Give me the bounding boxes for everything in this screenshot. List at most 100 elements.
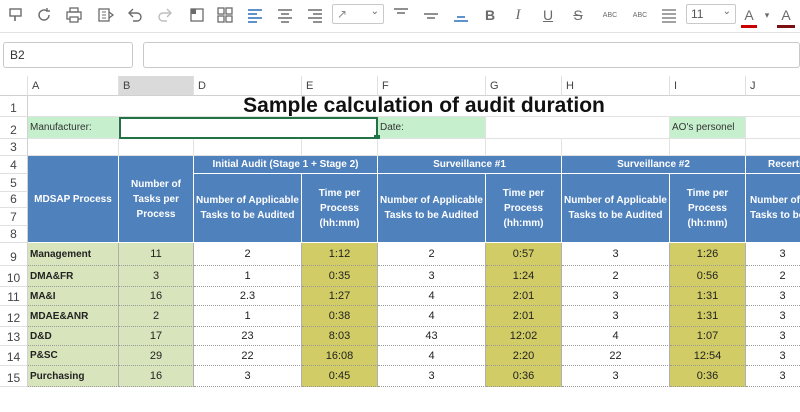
row-header-14[interactable]: 14 bbox=[0, 346, 28, 366]
applicable-tasks-cell[interactable]: 2 bbox=[194, 243, 302, 266]
row-header-6[interactable]: 6 bbox=[0, 192, 28, 208]
time-cell[interactable]: 1:12 bbox=[302, 243, 378, 266]
row-header-8[interactable]: 8 bbox=[0, 226, 28, 243]
column-header-g[interactable]: G bbox=[486, 76, 562, 96]
subscript-button[interactable]: ABC bbox=[628, 3, 652, 27]
applicable-tasks-cell[interactable]: 3 bbox=[746, 346, 800, 366]
time-cell[interactable]: 12:54 bbox=[670, 346, 746, 366]
time-cell[interactable]: 0:35 bbox=[302, 266, 378, 287]
applicable-tasks-cell[interactable]: 1 bbox=[194, 266, 302, 287]
time-cell[interactable]: 1:31 bbox=[670, 306, 746, 327]
applicable-tasks-cell[interactable]: 4 bbox=[378, 346, 486, 366]
grid-cell[interactable] bbox=[378, 139, 486, 156]
select-all-corner[interactable] bbox=[0, 76, 28, 96]
applicable-tasks-cell[interactable]: 2 bbox=[378, 243, 486, 266]
row-header-12[interactable]: 12 bbox=[0, 306, 28, 327]
row-header-9[interactable]: 9 bbox=[0, 243, 28, 266]
column-header-a[interactable]: A bbox=[28, 76, 119, 96]
time-cell[interactable]: 1:24 bbox=[486, 266, 562, 287]
column-header-i[interactable]: I bbox=[670, 76, 746, 96]
time-cell[interactable]: 1:26 bbox=[670, 243, 746, 266]
time-cell[interactable]: 12:02 bbox=[486, 327, 562, 346]
grid-cell[interactable] bbox=[28, 139, 119, 156]
row-header-2[interactable]: 2 bbox=[0, 117, 28, 139]
tasks-count-cell[interactable]: 2 bbox=[119, 306, 194, 327]
font-size-select[interactable]: 11 ⌄ bbox=[686, 4, 736, 24]
process-name-cell[interactable]: Purchasing bbox=[28, 366, 119, 387]
applicable-tasks-cell[interactable]: 22 bbox=[562, 346, 670, 366]
grid-cell[interactable] bbox=[670, 139, 746, 156]
grid-cell[interactable] bbox=[746, 139, 800, 156]
refresh-icon[interactable] bbox=[32, 3, 56, 27]
valign-top-icon[interactable] bbox=[390, 3, 412, 27]
underline-button[interactable]: U bbox=[538, 3, 558, 27]
applicable-tasks-cell[interactable]: 4 bbox=[378, 287, 486, 306]
freeze-panes-icon[interactable] bbox=[186, 3, 208, 27]
row-header-5[interactable]: 5 bbox=[0, 174, 28, 192]
applicable-tasks-cell[interactable]: 3 bbox=[746, 287, 800, 306]
time-cell[interactable]: 8:03 bbox=[302, 327, 378, 346]
time-cell[interactable]: 0:36 bbox=[486, 366, 562, 387]
align-right-icon[interactable] bbox=[304, 3, 326, 27]
grid-view-icon[interactable] bbox=[214, 3, 236, 27]
column-header-d[interactable]: D bbox=[194, 76, 302, 96]
tasks-count-cell[interactable]: 16 bbox=[119, 366, 194, 387]
applicable-tasks-cell[interactable]: 23 bbox=[194, 327, 302, 346]
redo-icon[interactable] bbox=[154, 3, 176, 27]
applicable-tasks-cell[interactable]: 43 bbox=[378, 327, 486, 346]
row-header-3[interactable]: 3 bbox=[0, 139, 28, 156]
applicable-tasks-cell[interactable]: 4 bbox=[378, 306, 486, 327]
applicable-tasks-cell[interactable]: 2.3 bbox=[194, 287, 302, 306]
process-name-cell[interactable]: MA&I bbox=[28, 287, 119, 306]
strikethrough-button[interactable]: S bbox=[568, 3, 588, 27]
process-name-cell[interactable]: Management bbox=[28, 243, 119, 266]
column-header-e[interactable]: E bbox=[302, 76, 378, 96]
row-header-1[interactable]: 1 bbox=[0, 96, 28, 117]
ao-personnel-input-cell[interactable] bbox=[746, 117, 800, 139]
chevron-down-icon[interactable]: ▾ bbox=[762, 3, 772, 27]
applicable-tasks-cell[interactable]: 3 bbox=[562, 366, 670, 387]
text-rotation-dropdown[interactable]: ↗ ⌄ bbox=[332, 4, 384, 24]
time-cell[interactable]: 0:38 bbox=[302, 306, 378, 327]
applicable-tasks-cell[interactable]: 22 bbox=[194, 346, 302, 366]
column-header-j[interactable]: J bbox=[746, 76, 800, 96]
valign-middle-icon[interactable] bbox=[420, 3, 442, 27]
highlight-color-button[interactable]: A bbox=[778, 3, 794, 27]
paint-format-icon[interactable] bbox=[4, 3, 28, 27]
print-preview-icon[interactable] bbox=[94, 3, 118, 27]
row-header-4[interactable]: 4 bbox=[0, 156, 28, 174]
column-header-b[interactable]: B bbox=[119, 76, 194, 96]
applicable-tasks-cell[interactable]: 3 bbox=[746, 366, 800, 387]
time-cell[interactable]: 0:56 bbox=[670, 266, 746, 287]
tasks-count-cell[interactable]: 3 bbox=[119, 266, 194, 287]
time-cell[interactable]: 0:45 bbox=[302, 366, 378, 387]
font-color-button[interactable]: A bbox=[742, 3, 756, 27]
list-icon[interactable] bbox=[658, 3, 680, 27]
italic-button[interactable]: I bbox=[508, 3, 528, 27]
align-center-icon[interactable] bbox=[274, 3, 296, 27]
applicable-tasks-cell[interactable]: 3 bbox=[562, 306, 670, 327]
applicable-tasks-cell[interactable]: 2 bbox=[746, 266, 800, 287]
row-header-7[interactable]: 7 bbox=[0, 208, 28, 226]
tasks-count-cell[interactable]: 29 bbox=[119, 346, 194, 366]
applicable-tasks-cell[interactable]: 4 bbox=[562, 327, 670, 346]
row-header-10[interactable]: 10 bbox=[0, 266, 28, 287]
time-cell[interactable]: 2:20 bbox=[486, 346, 562, 366]
grid-cell[interactable] bbox=[562, 139, 670, 156]
time-cell[interactable]: 2:01 bbox=[486, 287, 562, 306]
applicable-tasks-cell[interactable]: 3 bbox=[378, 266, 486, 287]
applicable-tasks-cell[interactable]: 3 bbox=[746, 306, 800, 327]
time-cell[interactable]: 16:08 bbox=[302, 346, 378, 366]
valign-bottom-icon[interactable] bbox=[450, 3, 472, 27]
tasks-count-cell[interactable]: 17 bbox=[119, 327, 194, 346]
process-name-cell[interactable]: D&D bbox=[28, 327, 119, 346]
row-header-13[interactable]: 13 bbox=[0, 327, 28, 346]
tasks-count-cell[interactable]: 11 bbox=[119, 243, 194, 266]
time-cell[interactable]: 1:07 bbox=[670, 327, 746, 346]
name-box[interactable]: B2 bbox=[3, 42, 133, 68]
date-input-cell[interactable] bbox=[486, 117, 670, 139]
applicable-tasks-cell[interactable]: 3 bbox=[378, 366, 486, 387]
applicable-tasks-cell[interactable]: 3 bbox=[746, 243, 800, 266]
time-cell[interactable]: 1:27 bbox=[302, 287, 378, 306]
manufacturer-input-cell[interactable] bbox=[119, 117, 378, 139]
